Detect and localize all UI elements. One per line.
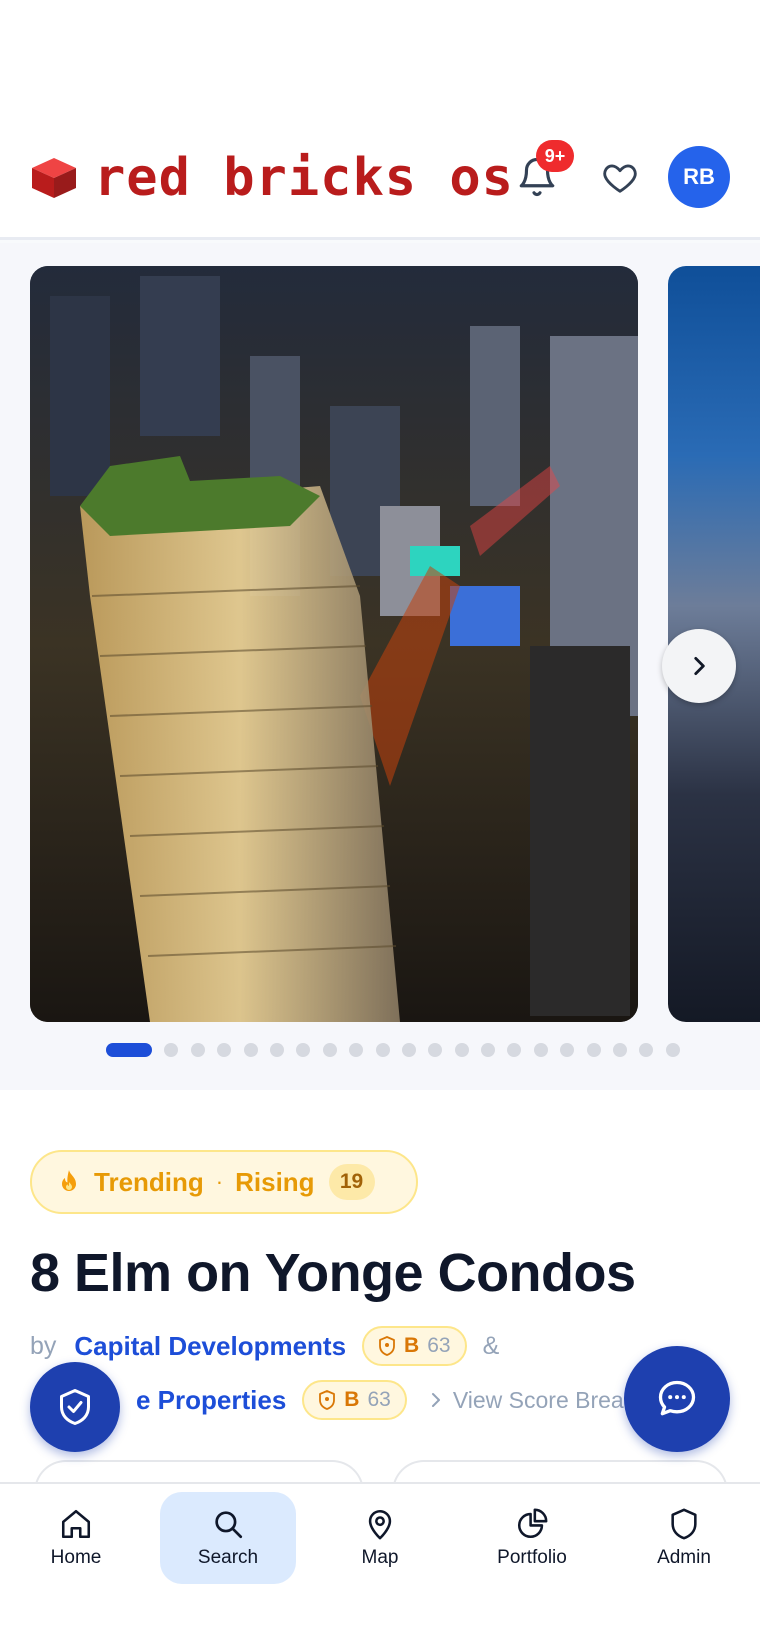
carousel-dot[interactable]	[269, 1043, 284, 1057]
carousel-dot[interactable]	[190, 1043, 205, 1057]
score-shield-icon	[379, 1336, 395, 1356]
nav-label: Map	[361, 1547, 399, 1568]
pie-chart-icon	[518, 1508, 548, 1538]
score-shield-icon	[319, 1390, 336, 1410]
top-header: red bricks os 9+ RB	[0, 0, 760, 240]
verification-shield-button[interactable]	[30, 1362, 120, 1452]
ampersand: &	[482, 1331, 500, 1360]
carousel-dot[interactable]	[481, 1043, 496, 1057]
chevron-right-icon	[694, 657, 705, 675]
carousel-slide-current[interactable]	[30, 266, 638, 1022]
carousel-dot[interactable]	[586, 1043, 601, 1057]
app-screen: red bricks os 9+ RB Trending · Rising 19…	[0, 0, 760, 1652]
carousel-pagination	[106, 1043, 692, 1057]
chat-button[interactable]	[624, 1346, 730, 1452]
carousel-dot[interactable]	[296, 1043, 311, 1057]
carousel-dot[interactable]	[665, 1043, 680, 1057]
nav-item-admin[interactable]: Admin	[616, 1492, 752, 1584]
brick-logo-icon	[32, 158, 76, 198]
nav-label: Portfolio	[497, 1547, 567, 1568]
developer-link-capital[interactable]: Capital Developments	[74, 1331, 346, 1362]
developer-line: by Capital Developments B 63 &	[30, 1326, 499, 1366]
carousel-dot[interactable]	[454, 1043, 469, 1057]
rising-label: Rising	[235, 1166, 315, 1197]
carousel-dot[interactable]	[560, 1043, 575, 1057]
nav-item-portfolio[interactable]: Portfolio	[464, 1492, 600, 1584]
chevron-right-icon	[431, 1393, 440, 1407]
home-icon	[61, 1509, 91, 1539]
score-number: 63	[427, 1334, 451, 1357]
trending-badge: Trending · Rising 19	[30, 1150, 418, 1214]
carousel-dot[interactable]	[507, 1043, 522, 1057]
carousel-dot[interactable]	[613, 1043, 628, 1057]
trending-separator: ·	[215, 1169, 224, 1194]
trending-label: Trending	[94, 1166, 204, 1197]
nav-item-home[interactable]: Home	[8, 1492, 144, 1584]
notifications-badge: 9+	[536, 140, 574, 172]
carousel-dot-active[interactable]	[106, 1043, 152, 1057]
condo-tower-photo	[30, 266, 638, 1022]
carousel-dot[interactable]	[322, 1043, 337, 1057]
carousel-dot[interactable]	[428, 1043, 443, 1057]
score-grade: B	[344, 1388, 360, 1411]
shield-icon	[671, 1508, 697, 1540]
trending-count: 19	[328, 1164, 375, 1200]
carousel-dot[interactable]	[217, 1043, 232, 1057]
shield-check-icon	[60, 1389, 90, 1425]
listing-title: 8 Elm on Yonge Condos	[30, 1243, 636, 1303]
nav-item-map[interactable]: Map	[312, 1492, 448, 1584]
brand-name: red bricks os	[94, 148, 514, 208]
carousel-dot[interactable]	[401, 1043, 416, 1057]
nav-label: Home	[50, 1547, 102, 1568]
carousel-dot[interactable]	[533, 1043, 548, 1057]
carousel-dot[interactable]	[349, 1043, 364, 1057]
brand-logo[interactable]: red bricks os	[30, 150, 514, 206]
search-icon	[215, 1511, 243, 1539]
image-carousel[interactable]	[0, 243, 760, 1090]
nav-label: Admin	[657, 1547, 711, 1568]
by-label: by	[30, 1331, 57, 1360]
carousel-dot[interactable]	[164, 1043, 179, 1057]
developer-score-badge-2[interactable]: B 63	[302, 1380, 407, 1420]
developer-link-second[interactable]: e Properties	[136, 1385, 286, 1416]
carousel-dot[interactable]	[639, 1043, 654, 1057]
score-number: 63	[367, 1388, 391, 1411]
carousel-next-button[interactable]	[662, 629, 736, 703]
nav-item-search[interactable]: Search	[160, 1492, 296, 1584]
score-grade: B	[404, 1334, 420, 1357]
carousel-dot[interactable]	[243, 1043, 258, 1057]
carousel-dot[interactable]	[375, 1043, 390, 1057]
developer-line-2: e Properties B 63 View Score Breako	[116, 1380, 648, 1420]
user-avatar[interactable]: RB	[668, 146, 730, 208]
favorites-heart-icon[interactable]	[600, 158, 640, 196]
map-pin-icon	[368, 1509, 392, 1540]
flame-icon	[62, 1170, 76, 1191]
chat-bubble-icon	[658, 1380, 696, 1416]
developer-score-badge[interactable]: B 63	[362, 1326, 467, 1366]
bottom-navigation: Home Search Map Portfolio Admin	[0, 1482, 760, 1652]
nav-label: Search	[197, 1547, 259, 1568]
view-score-breakdown-link[interactable]: View Score Breako	[453, 1387, 648, 1414]
